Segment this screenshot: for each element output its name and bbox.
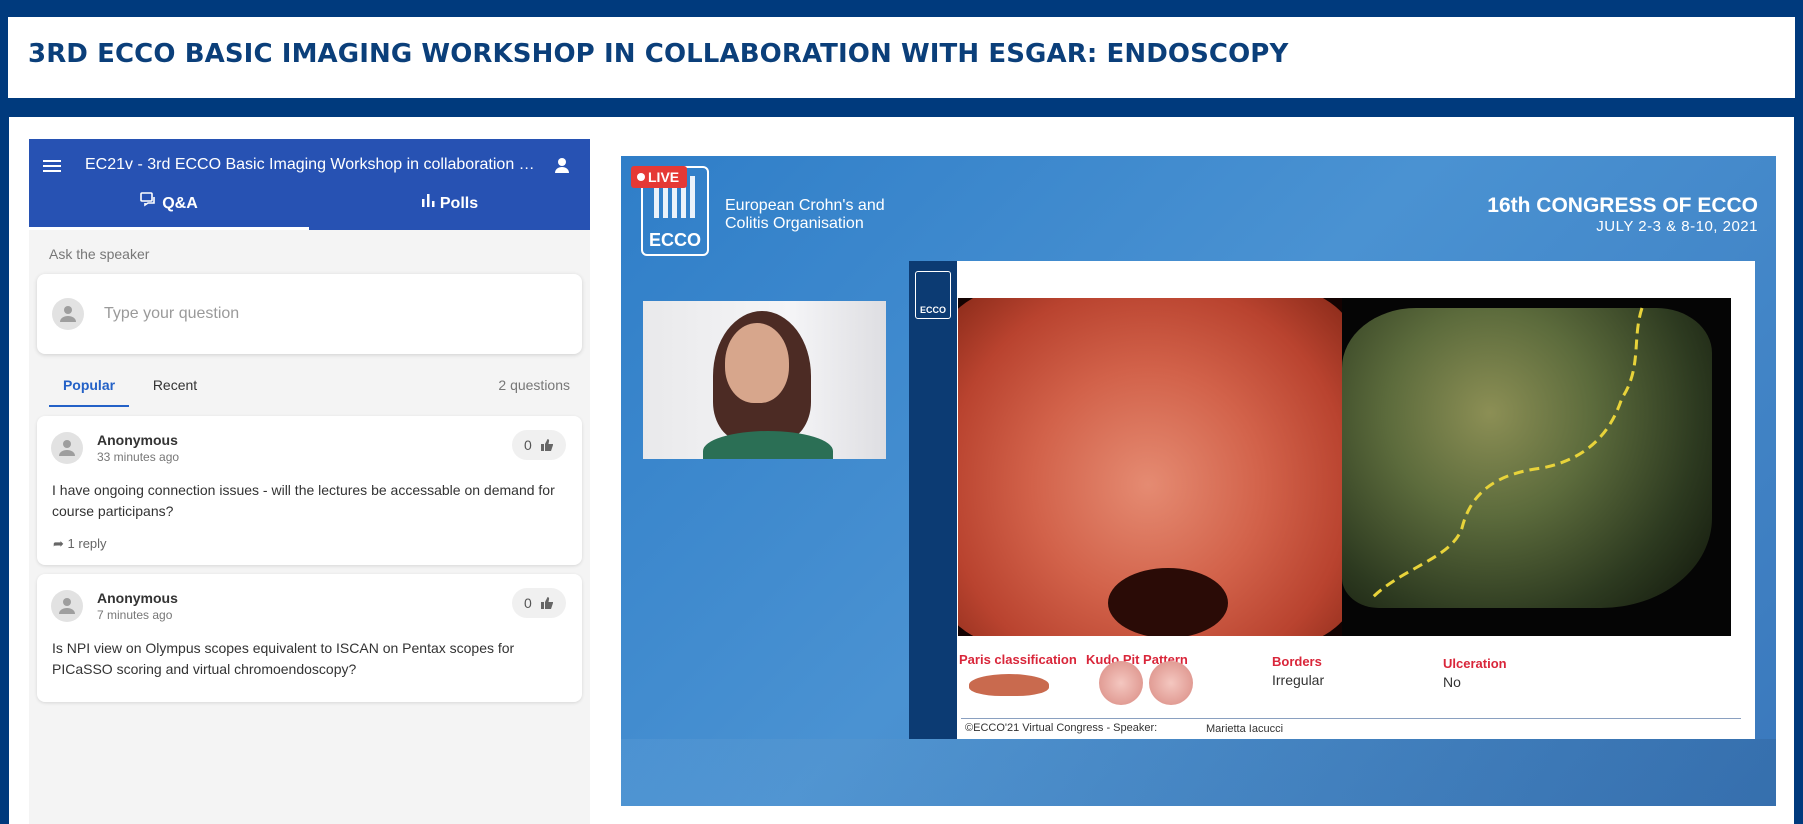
avatar <box>52 298 84 330</box>
tab-qa-label: Q&A <box>162 195 198 213</box>
user-account-icon[interactable] <box>552 156 572 176</box>
like-button[interactable]: 0 <box>512 430 566 460</box>
like-button[interactable]: 0 <box>512 588 566 618</box>
paris-lesion-illustration <box>969 674 1049 696</box>
criterion-borders-value: Irregular <box>1272 672 1325 688</box>
thumbs-up-icon <box>541 439 553 451</box>
slide-sidebar: ECCO <box>909 261 957 739</box>
page-title: 3RD ECCO BASIC IMAGING WORKSHOP IN COLLA… <box>28 39 1289 69</box>
sidebar-header: EC21v - 3rd ECCO Basic Imaging Workshop … <box>29 139 590 230</box>
slide-footer-divider <box>961 718 1741 719</box>
chat-bubbles-icon <box>140 187 158 221</box>
ecco-logo-text: ECCO <box>648 230 701 250</box>
question-count: 2 questions <box>498 377 570 393</box>
question-card: Anonymous 33 minutes ago 0 I have ongoin… <box>37 416 582 565</box>
endoscopy-image-white-light <box>958 298 1342 636</box>
congress-title: 16th CONGRESS OF ECCO <box>1487 194 1758 217</box>
video-background-band <box>621 739 1776 806</box>
like-count: 0 <box>524 595 532 611</box>
kudo-pit-illustration <box>1099 661 1143 705</box>
live-badge: LIVE <box>631 166 687 188</box>
sidebar-tabs: Q&A Polls <box>29 187 590 230</box>
criterion-borders-heading: Borders <box>1272 654 1322 669</box>
tab-recent[interactable]: Recent <box>145 371 205 407</box>
question-filter-tabs: Popular Recent 2 questions <box>29 371 590 407</box>
speaker-webcam <box>643 301 886 459</box>
avatar <box>51 432 83 464</box>
question-time: 33 minutes ago <box>97 450 180 464</box>
bar-chart-icon <box>420 187 436 221</box>
qa-sidebar: EC21v - 3rd ECCO Basic Imaging Workshop … <box>29 139 590 824</box>
event-title: EC21v - 3rd ECCO Basic Imaging Workshop … <box>85 156 535 173</box>
question-text: Is NPI view on Olympus scopes equivalent… <box>52 640 515 677</box>
question-input[interactable]: Type your question <box>37 274 582 354</box>
reply-count: 1 reply <box>67 536 107 551</box>
question-time: 7 minutes ago <box>97 608 173 622</box>
reply-arrow-icon: ➦ <box>53 536 64 551</box>
criterion-ulceration-value: No <box>1443 674 1461 690</box>
avatar <box>51 590 83 622</box>
slide-speaker-name: Marietta Iacucci <box>1206 723 1284 735</box>
organisation-name: European Crohn's and Colitis Organisatio… <box>725 197 885 232</box>
question-input-placeholder: Type your question <box>104 305 240 322</box>
like-count: 0 <box>524 437 532 453</box>
slide-footer-text: ©ECCO'21 Virtual Congress - Speaker: <box>965 722 1158 734</box>
hamburger-menu-icon[interactable] <box>43 157 65 177</box>
question-author: Anonymous <box>97 432 178 448</box>
criterion-paris-heading: Paris classification <box>959 652 1077 667</box>
congress-dates: JULY 2-3 & 8-10, 2021 <box>1596 218 1758 235</box>
kudo-pit-illustration <box>1149 661 1193 705</box>
criterion-ulceration-heading: Ulceration <box>1443 656 1507 671</box>
question-card: Anonymous 7 minutes ago 0 Is NPI view on… <box>37 574 582 702</box>
tab-polls[interactable]: Polls <box>309 187 589 230</box>
question-author: Anonymous <box>97 590 178 606</box>
tab-qa[interactable]: Q&A <box>29 187 309 230</box>
congress-banner: 16th CONGRESS OF ECCO JULY 2-3 & 8-10, 2… <box>1487 194 1758 235</box>
reply-link[interactable]: ➦ 1 reply <box>53 536 107 552</box>
question-text: I have ongoing connection issues - will … <box>52 482 555 519</box>
slide-ecco-logo: ECCO <box>915 271 951 319</box>
tab-popular[interactable]: Popular <box>49 371 129 407</box>
video-player[interactable]: ECCO LIVE European Crohn's and Colitis O… <box>621 156 1776 806</box>
presentation-slide: ECCO Paris classification Kudo Pit Patte… <box>909 261 1755 739</box>
endoscopy-image-virtual-chromo <box>1342 298 1731 636</box>
page-header: 3RD ECCO BASIC IMAGING WORKSHOP IN COLLA… <box>8 17 1795 98</box>
ask-speaker-label: Ask the speaker <box>49 246 150 262</box>
tab-polls-label: Polls <box>439 195 479 213</box>
thumbs-up-icon <box>541 597 553 609</box>
